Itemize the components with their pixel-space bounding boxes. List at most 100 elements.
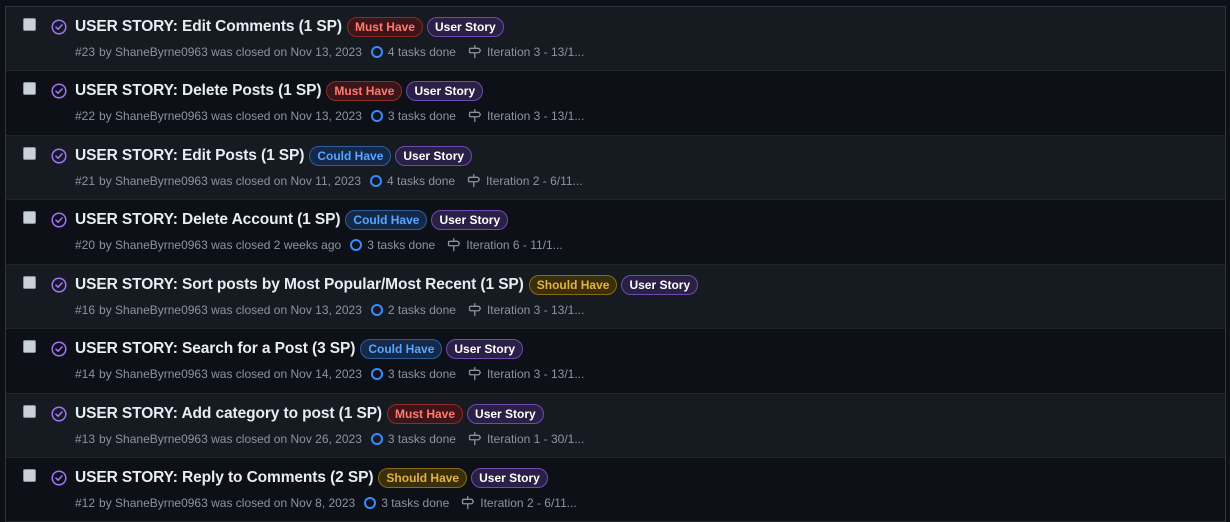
tasks-done: 4 tasks done <box>387 174 456 188</box>
issue-number: #14 <box>75 367 96 381</box>
issue-title-line: USER STORY: Add category to post (1 SP) M… <box>75 404 548 424</box>
milestone-label: Iteration 3 - 13/1... <box>486 367 585 381</box>
label-badge[interactable]: Could Have <box>360 339 443 359</box>
issue-meta: #12 by ShaneByrne0963 was closed on Nov 8… <box>75 496 577 510</box>
milestone-label: Iteration 3 - 13/1... <box>486 303 585 317</box>
task-progress-icon <box>370 46 383 58</box>
task-progress-icon <box>364 497 377 509</box>
issue-row[interactable]: USER STORY: Edit Comments (1 SP) Must Hav… <box>6 7 1225 71</box>
issue-title-link[interactable]: USER STORY: Sort posts by Most Popular/M… <box>75 276 524 294</box>
issue-title-link[interactable]: USER STORY: Delete Posts (1 SP) <box>75 82 322 100</box>
issue-row[interactable]: USER STORY: Sort posts by Most Popular/M… <box>6 265 1225 329</box>
issue-row[interactable]: USER STORY: Delete Account (1 SP) Could H… <box>6 200 1225 265</box>
closed-info: by ShaneByrne0963 was closed on Nov 11, … <box>99 174 361 188</box>
select-checkbox[interactable] <box>23 147 36 160</box>
issue-meta: #23 by ShaneByrne0963 was closed on Nov 1… <box>75 45 584 59</box>
select-checkbox[interactable] <box>23 469 36 482</box>
milestone-icon <box>468 109 487 123</box>
select-checkbox[interactable] <box>23 18 36 31</box>
issue-title-link[interactable]: USER STORY: Add category to post (1 SP) <box>75 405 382 423</box>
closed-info: by ShaneByrne0963 was closed on Nov 13, … <box>99 303 362 317</box>
closed-info: by ShaneByrne0963 was closed on Nov 14, … <box>99 367 362 381</box>
milestone-link[interactable]: Iteration 1 - 30/1... <box>468 432 584 446</box>
milestone-link[interactable]: Iteration 2 - 6/11... <box>461 496 577 510</box>
label-badge[interactable]: Must Have <box>346 17 423 37</box>
tasks-done: 4 tasks done <box>387 45 456 59</box>
select-checkbox[interactable] <box>23 405 36 418</box>
milestone-link[interactable]: Iteration 3 - 13/1... <box>468 109 584 123</box>
task-progress-icon <box>370 110 383 122</box>
milestone-label: Iteration 6 - 11/1... <box>466 238 563 252</box>
milestone-icon <box>461 496 480 510</box>
issue-number: #13 <box>75 432 96 446</box>
tasks-done: 3 tasks done <box>387 109 456 123</box>
issue-closed-icon <box>51 277 67 293</box>
issue-number: #12 <box>75 496 96 510</box>
label-badge[interactable]: User Story <box>446 339 524 359</box>
issue-meta: #20 by ShaneByrne0963 was closed 2 weeks … <box>75 238 563 252</box>
issue-closed-icon <box>51 341 67 357</box>
issue-title-line: USER STORY: Sort posts by Most Popular/M… <box>75 275 702 295</box>
label-badge[interactable]: Should Have <box>528 275 618 295</box>
label-badge[interactable]: Must Have <box>387 404 464 424</box>
issue-title-line: USER STORY: Edit Posts (1 SP) Could Have U… <box>75 146 476 166</box>
issue-title-link[interactable]: USER STORY: Search for a Post (3 SP) <box>75 340 355 358</box>
milestone-link[interactable]: Iteration 6 - 11/1... <box>447 238 563 252</box>
select-checkbox[interactable] <box>23 82 36 95</box>
issue-number: #20 <box>75 238 96 252</box>
closed-info: by ShaneByrne0963 was closed on Nov 13, … <box>99 109 362 123</box>
issue-closed-icon <box>51 406 67 422</box>
tasks-done: 2 tasks done <box>387 303 456 317</box>
issue-title-link[interactable]: USER STORY: Edit Comments (1 SP) <box>75 18 342 36</box>
issue-meta: #14 by ShaneByrne0963 was closed on Nov 1… <box>75 367 584 381</box>
issue-title-link[interactable]: USER STORY: Reply to Comments (2 SP) <box>75 469 374 487</box>
issue-title-line: USER STORY: Delete Posts (1 SP) Must Have… <box>75 81 487 101</box>
label-badge[interactable]: User Story <box>395 146 473 166</box>
tasks-done: 3 tasks done <box>367 238 436 252</box>
issue-title-line: USER STORY: Edit Comments (1 SP) Must Hav… <box>75 17 508 37</box>
label-badge[interactable]: User Story <box>621 275 699 295</box>
label-badge[interactable]: Must Have <box>326 81 403 101</box>
select-checkbox[interactable] <box>23 211 36 224</box>
tasks-done: 3 tasks done <box>381 496 450 510</box>
milestone-link[interactable]: Iteration 3 - 13/1... <box>468 303 584 317</box>
issue-closed-icon <box>51 470 67 486</box>
task-progress-icon <box>370 175 382 187</box>
label-badge[interactable]: Could Have <box>309 146 392 166</box>
issue-row[interactable]: USER STORY: Reply to Comments (2 SP) Shou… <box>6 458 1225 522</box>
issue-row[interactable]: USER STORY: Edit Posts (1 SP) Could Have U… <box>6 136 1225 200</box>
label-badge[interactable]: User Story <box>431 210 509 230</box>
select-checkbox[interactable] <box>23 340 36 353</box>
issue-number: #22 <box>75 109 96 123</box>
issue-number: #23 <box>75 45 96 59</box>
milestone-icon <box>468 432 487 446</box>
issue-closed-icon <box>51 148 67 164</box>
label-badge[interactable]: User Story <box>467 404 544 424</box>
label-badge[interactable]: Should Have <box>378 468 468 488</box>
issue-row[interactable]: USER STORY: Add category to post (1 SP) M… <box>6 394 1225 458</box>
issue-closed-icon <box>51 19 67 35</box>
label-badge[interactable]: User Story <box>406 81 484 101</box>
milestone-link[interactable]: Iteration 2 - 6/11... <box>467 174 583 188</box>
issue-title-line: USER STORY: Search for a Post (3 SP) Coul… <box>75 339 527 359</box>
issue-meta: #21 by ShaneByrne0963 was closed on Nov 1… <box>75 174 583 188</box>
milestone-link[interactable]: Iteration 3 - 13/1... <box>468 367 584 381</box>
issue-title-link[interactable]: USER STORY: Delete Account (1 SP) <box>75 211 341 229</box>
label-badge[interactable]: User Story <box>426 17 504 37</box>
milestone-link[interactable]: Iteration 3 - 13/1... <box>468 45 584 59</box>
label-badge[interactable]: User Story <box>471 468 548 488</box>
issue-row[interactable]: USER STORY: Search for a Post (3 SP) Coul… <box>6 329 1225 394</box>
task-progress-icon <box>370 433 383 445</box>
label-badge[interactable]: Could Have <box>345 210 428 230</box>
issue-meta: #13 by ShaneByrne0963 was closed on Nov 2… <box>75 432 584 446</box>
task-progress-icon <box>370 368 383 380</box>
issue-closed-icon <box>51 83 67 99</box>
task-progress-icon <box>350 239 363 251</box>
issue-title-line: USER STORY: Delete Account (1 SP) Could H… <box>75 210 512 230</box>
milestone-label: Iteration 1 - 30/1... <box>486 432 585 446</box>
issue-title-link[interactable]: USER STORY: Edit Posts (1 SP) <box>75 147 304 165</box>
issue-row[interactable]: USER STORY: Delete Posts (1 SP) Must Have… <box>6 71 1225 136</box>
select-checkbox[interactable] <box>23 276 36 289</box>
issue-number: #21 <box>75 174 96 188</box>
closed-info: by ShaneByrne0963 was closed 2 weeks ago <box>99 238 342 252</box>
